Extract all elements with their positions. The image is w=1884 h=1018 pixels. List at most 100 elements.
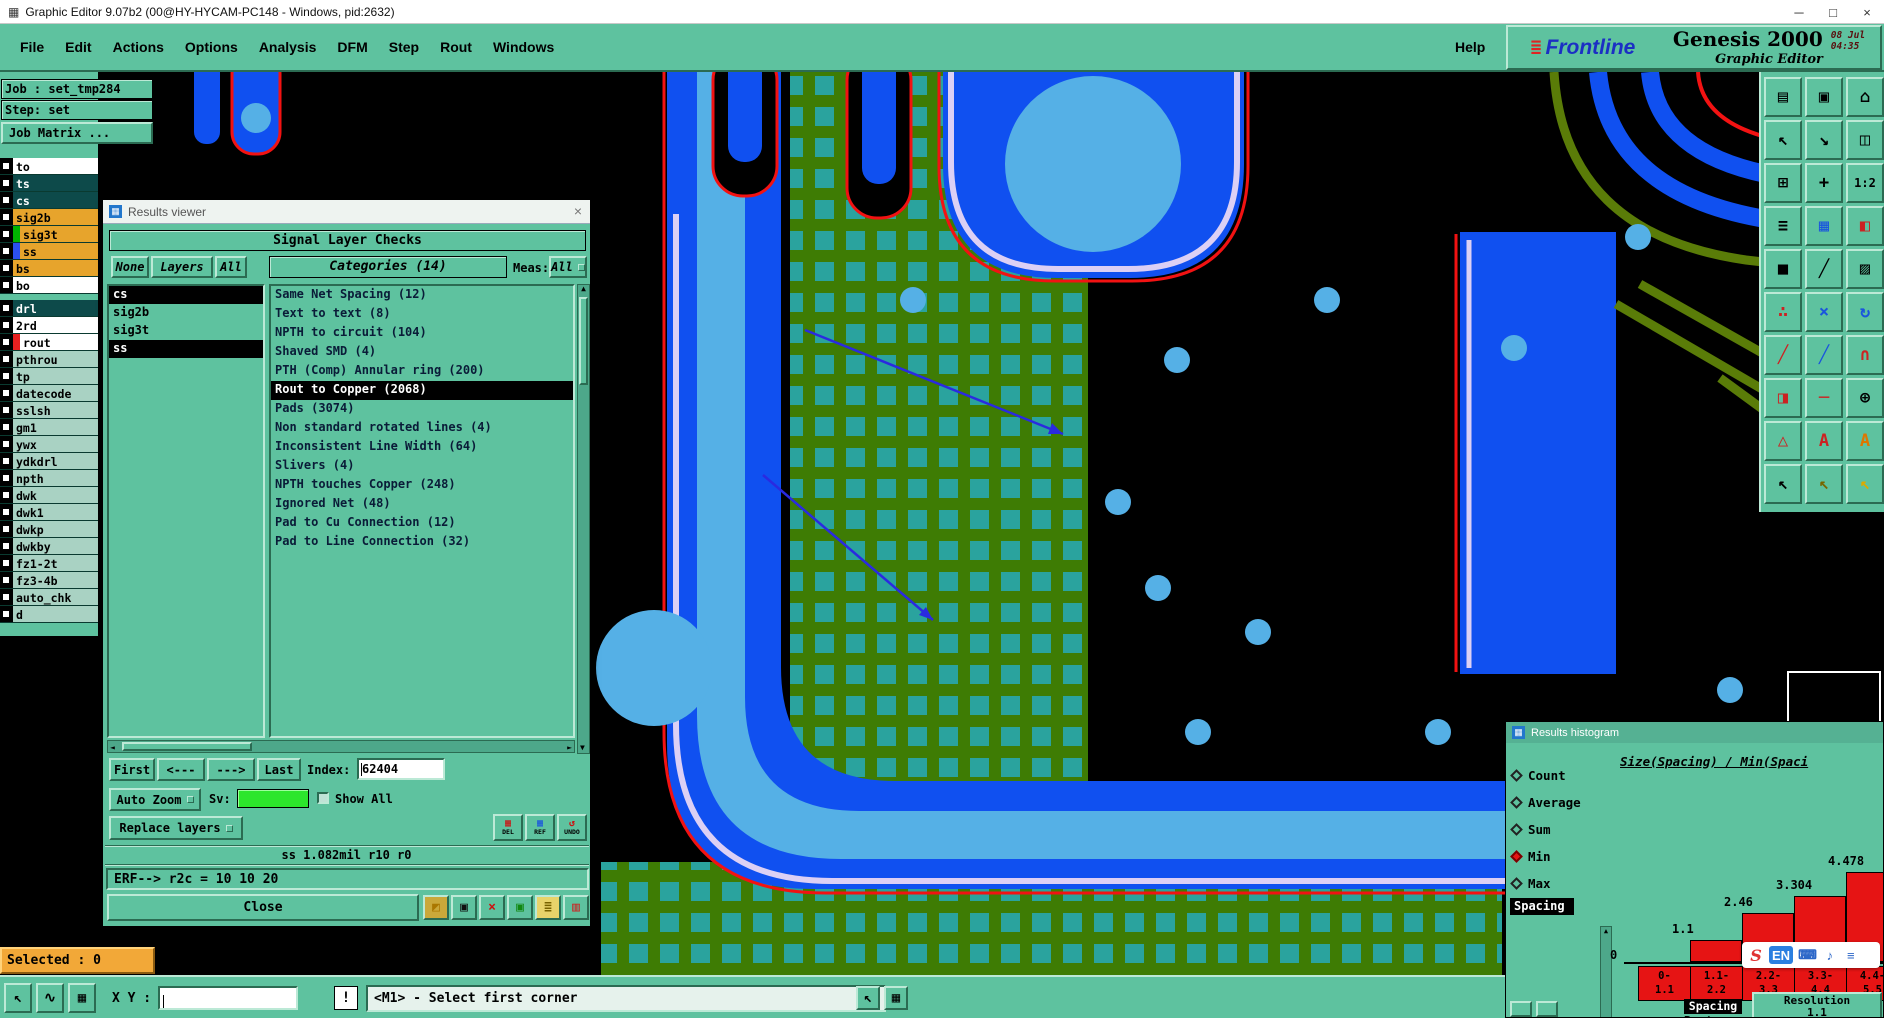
category-item[interactable]: NPTH to circuit (104) — [271, 324, 573, 343]
category-item[interactable]: Rout to Copper (2068) — [271, 381, 573, 400]
close-button[interactable]: × — [1850, 0, 1884, 24]
pointer-tool-button[interactable]: ↖ — [856, 986, 880, 1010]
layer-row-drl[interactable]: drl — [0, 300, 98, 317]
layer-visibility-toggle[interactable] — [0, 555, 13, 571]
layer-visibility-toggle[interactable] — [0, 300, 13, 316]
snapshot-button[interactable]: ◩ — [423, 895, 449, 920]
triangle-outline-button[interactable]: △ — [1764, 421, 1802, 461]
cursor-yellow-button[interactable]: ↖ — [1846, 464, 1884, 504]
layer-visibility-toggle[interactable] — [0, 606, 13, 622]
auto-zoom-dropdown[interactable]: Auto Zoom — [109, 788, 201, 811]
category-item[interactable]: Text to text (8) — [271, 305, 573, 324]
screen-green-button[interactable]: ▣ — [507, 895, 533, 920]
histogram-titlebar[interactable]: ▦ Results histogram — [1506, 722, 1883, 743]
layer-visibility-toggle[interactable] — [0, 521, 13, 537]
split-view-button[interactable]: ◫ — [1846, 120, 1884, 160]
index-input[interactable]: 62404 — [357, 758, 445, 780]
clear-selection-button[interactable]: × — [1805, 292, 1843, 332]
pad-button[interactable]: ◨ — [1764, 378, 1802, 418]
pan-bottomright-button[interactable]: ↘ — [1805, 120, 1843, 160]
show-all-checkbox[interactable] — [317, 792, 329, 804]
undo-button[interactable]: ↺ UNDO — [557, 814, 587, 841]
layer-visibility-toggle[interactable] — [0, 277, 13, 293]
histogram-scrollbar[interactable]: ▲ — [1600, 926, 1612, 1017]
line-blue-button[interactable]: ╱ — [1805, 335, 1843, 375]
menu-item-file[interactable]: File — [16, 37, 48, 57]
replace-layers-dropdown[interactable]: Replace layers — [109, 816, 243, 840]
layer-row-pthrou[interactable]: pthrou — [0, 351, 98, 368]
menu-item-dfm[interactable]: DFM — [333, 37, 371, 57]
home-view-button[interactable]: ⌂ — [1846, 77, 1884, 117]
arc-button[interactable]: ∩ — [1846, 335, 1884, 375]
menu-item-edit[interactable]: Edit — [61, 37, 95, 57]
layer-row-bo[interactable]: bo — [0, 277, 98, 294]
results-layer-sig3t[interactable]: sig3t — [109, 322, 263, 340]
layer-visibility-toggle[interactable] — [0, 453, 13, 469]
screen-clear-button[interactable]: × — [479, 895, 505, 920]
layer-visibility-toggle[interactable] — [0, 351, 13, 367]
layer-row-dwkp[interactable]: dwkp — [0, 521, 98, 538]
layer-row-sig3t[interactable]: sig3t — [0, 226, 98, 243]
menu[interactable]: ≡ — [1843, 946, 1859, 964]
layer-row-sslsh[interactable]: sslsh — [0, 402, 98, 419]
maximize-button[interactable]: □ — [1816, 0, 1850, 24]
layer-visibility-toggle[interactable] — [0, 572, 13, 588]
scroll-down-icon[interactable]: ▼ — [580, 744, 585, 752]
layer-visibility-toggle[interactable] — [0, 402, 13, 418]
footer-spacing-chip[interactable]: Spacing — [1684, 999, 1742, 1014]
dialog-close-icon[interactable]: × — [574, 203, 582, 219]
category-item[interactable]: Shaved SMD (4) — [271, 343, 573, 362]
layer-row-dwk[interactable]: dwk — [0, 487, 98, 504]
results-layer-cs[interactable]: cs — [109, 286, 263, 304]
category-item[interactable]: Non standard rotated lines (4) — [271, 419, 573, 438]
select-tool-button[interactable]: ↖ — [4, 983, 32, 1013]
pan-topleft-button[interactable]: ↖ — [1764, 120, 1802, 160]
text-red-button[interactable]: A — [1805, 421, 1843, 461]
category-item[interactable]: PTH (Comp) Annular ring (200) — [271, 362, 573, 381]
layer-visibility-toggle[interactable] — [0, 192, 13, 208]
next-button[interactable]: ---> — [207, 758, 255, 781]
trace-button[interactable]: ─ — [1805, 378, 1843, 418]
last-button[interactable]: Last — [257, 758, 301, 781]
category-item[interactable]: Same Net Spacing (12) — [271, 286, 573, 305]
histogram-mini-button[interactable] — [1536, 1001, 1558, 1017]
results-viewer-titlebar[interactable]: ▦ Results viewer × — [103, 200, 590, 224]
layer-row-cs[interactable]: cs — [0, 192, 98, 209]
layer-visibility-toggle[interactable] — [0, 334, 13, 350]
layer-row-rout[interactable]: rout — [0, 334, 98, 351]
layer-visibility-toggle[interactable] — [0, 487, 13, 503]
previous-button[interactable]: <--- — [157, 758, 205, 781]
layer-row-fz1-2t[interactable]: fz1-2t — [0, 555, 98, 572]
scrollbar-thumb[interactable] — [122, 742, 252, 751]
cursor-olive-button[interactable]: ↖ — [1805, 464, 1843, 504]
layer-row-auto_chk[interactable]: auto_chk — [0, 589, 98, 606]
meas-dropdown[interactable]: All — [549, 256, 587, 278]
layer-visibility-toggle[interactable] — [0, 470, 13, 486]
layer-row-bs[interactable]: bs — [0, 260, 98, 277]
hatch-mode-button[interactable]: ▨ — [1846, 249, 1884, 289]
zoom-fit-button[interactable]: ⊞ — [1764, 163, 1802, 203]
filter-layers-button[interactable]: Layers — [151, 256, 213, 278]
menu-item-actions[interactable]: Actions — [109, 37, 168, 57]
menu-item-analysis[interactable]: Analysis — [255, 37, 321, 57]
scrollbar-thumb[interactable] — [579, 297, 588, 385]
menu-item-step[interactable]: Step — [385, 37, 423, 57]
layers-button[interactable]: ≡ — [1764, 206, 1802, 246]
minimize-button[interactable]: ─ — [1782, 0, 1816, 24]
layer-visibility-toggle[interactable] — [0, 419, 13, 435]
scroll-left-icon[interactable]: ◄ — [110, 743, 115, 752]
layer-row-gm1[interactable]: gm1 — [0, 419, 98, 436]
contrast-button[interactable]: ◧ — [1846, 206, 1884, 246]
category-item[interactable]: Ignored Net (48) — [271, 495, 573, 514]
category-item[interactable]: Pads (3074) — [271, 400, 573, 419]
menu-item-options[interactable]: Options — [181, 37, 242, 57]
text-orange-button[interactable]: A — [1846, 421, 1884, 461]
snap-points-button[interactable]: ∴ — [1764, 292, 1802, 332]
layer-row-ydkdrl[interactable]: ydkdrl — [0, 453, 98, 470]
layer-row-ss[interactable]: ss — [0, 243, 98, 260]
job-matrix-button[interactable]: Job Matrix ... — [1, 122, 153, 144]
document-list-button[interactable]: ▤ — [1764, 77, 1802, 117]
layer-visibility-toggle[interactable] — [0, 368, 13, 384]
layer-row-tp[interactable]: tp — [0, 368, 98, 385]
layer-row-to[interactable]: to — [0, 158, 98, 175]
